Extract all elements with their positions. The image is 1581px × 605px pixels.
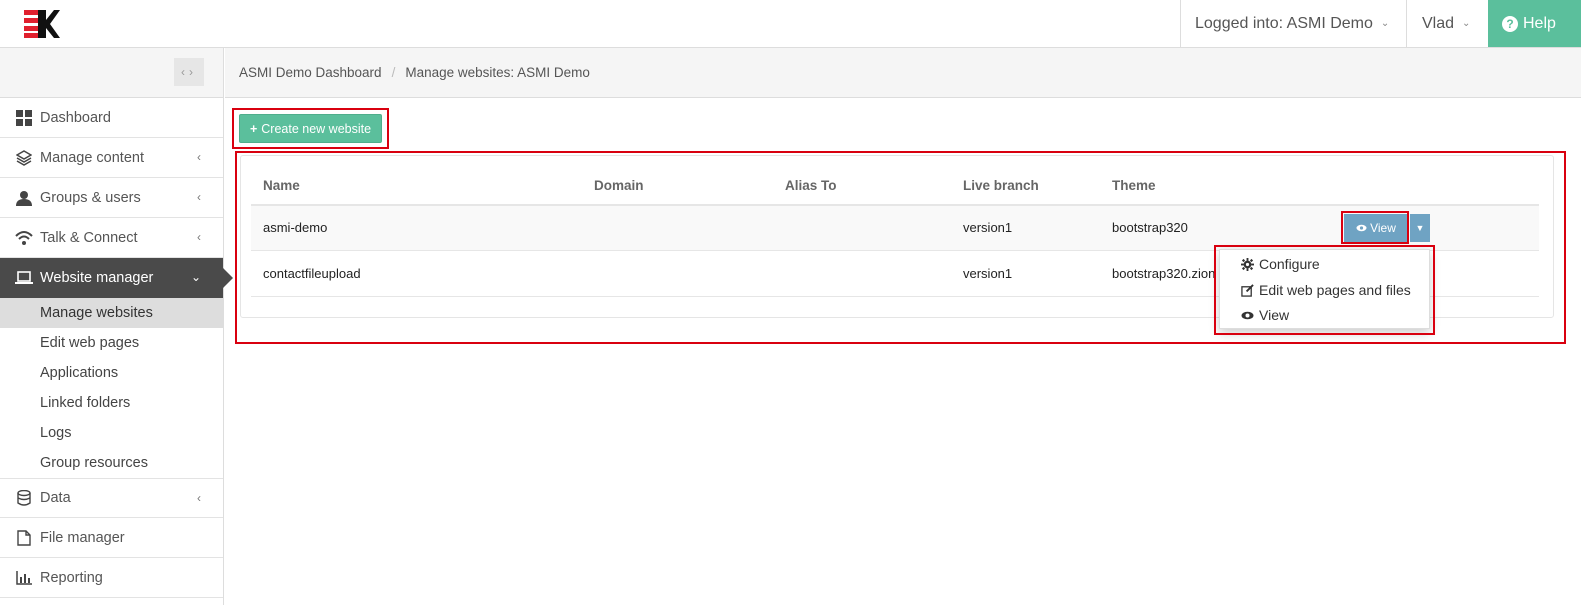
company-logo[interactable] (24, 10, 60, 38)
sidebar-item-label: File manager (40, 529, 125, 546)
logged-in-menu[interactable]: Logged into: ASMI Demo ⌄ (1180, 0, 1406, 47)
sidebar-top: ‹› (0, 48, 223, 98)
chevron-left-icon: ‹ (197, 150, 201, 164)
breadcrumb-current: Manage websites: ASMI Demo (405, 65, 590, 80)
column-header-alias[interactable]: Alias To (785, 178, 837, 193)
bar-chart-icon (15, 570, 33, 586)
column-header-name[interactable]: Name (263, 178, 300, 193)
column-header-live-branch[interactable]: Live branch (963, 178, 1039, 193)
logged-in-label: Logged into: ASMI Demo (1195, 14, 1373, 32)
sidebar-item-data[interactable]: Data ‹ (0, 478, 223, 518)
caret-down-icon: ▼ (1415, 223, 1425, 233)
sidebar-subitem-linked-folders[interactable]: Linked folders (0, 388, 223, 418)
row-name: contactfileupload (263, 266, 361, 281)
row-name: asmi-demo (263, 220, 328, 235)
breadcrumb-home-link[interactable]: ASMI Demo Dashboard (239, 65, 382, 80)
chevron-left-icon: ‹ (197, 190, 201, 204)
sidebar-item-groups-users[interactable]: Groups & users ‹ (0, 178, 223, 218)
sidebar-subitem-applications[interactable]: Applications (0, 358, 223, 388)
sidebar-subitem-logs[interactable]: Logs (0, 418, 223, 448)
database-icon (15, 490, 33, 506)
sidebar-item-file-manager[interactable]: File manager (0, 518, 223, 558)
help-label: Help (1523, 14, 1556, 32)
chevron-down-icon: ⌄ (1380, 18, 1390, 29)
dashboard-grid-icon (15, 109, 33, 126)
question-circle-icon: ? (1502, 15, 1518, 32)
wifi-icon (15, 230, 33, 246)
top-bar: Logged into: ASMI Demo ⌄ Vlad ⌄ ? Help (0, 0, 1581, 48)
highlight-box-dropdown (1214, 245, 1435, 335)
sidebar-item-label: Manage content (40, 149, 144, 166)
file-icon (15, 529, 33, 546)
view-dropdown-toggle[interactable]: ▼ (1410, 214, 1430, 242)
sidebar-item-label: Groups & users (40, 189, 141, 206)
create-new-website-button[interactable]: + Create new website (239, 114, 382, 143)
create-button-label: Create new website (261, 121, 372, 136)
plus-icon: + (249, 121, 258, 136)
sidebar-item-dashboard[interactable]: Dashboard (0, 98, 223, 138)
layers-icon (15, 149, 33, 166)
breadcrumb: ASMI Demo Dashboard / Manage websites: A… (225, 48, 1581, 98)
help-button[interactable]: ? Help (1488, 0, 1581, 47)
sidebar-item-talk-connect[interactable]: Talk & Connect ‹ (0, 218, 223, 258)
chevron-down-icon: ⌄ (190, 270, 201, 284)
sidebar-subitem-edit-web-pages[interactable]: Edit web pages (0, 328, 223, 358)
sidebar-item-manage-content[interactable]: Manage content ‹ (0, 138, 223, 178)
user-menu[interactable]: Vlad ⌄ (1406, 0, 1488, 47)
sidebar-subitem-group-resources[interactable]: Group resources (0, 448, 223, 478)
sidebar: ‹› Dashboard Manage content ‹ Groups & u… (0, 48, 233, 605)
sidebar-item-label: Dashboard (40, 109, 111, 126)
sidebar-subitem-manage-websites[interactable]: Manage websites (0, 298, 223, 328)
sidebar-item-label: Talk & Connect (40, 229, 138, 246)
highlight-box-view (1341, 211, 1409, 244)
sidebar-item-label: Reporting (40, 569, 103, 586)
sidebar-collapse-toggle[interactable]: ‹› (174, 58, 204, 86)
breadcrumb-separator: / (391, 65, 396, 80)
row-theme: bootstrap320.zion (1112, 266, 1216, 281)
chevron-left-icon: ‹ (197, 491, 201, 505)
column-header-domain[interactable]: Domain (594, 178, 644, 193)
row-branch: version1 (963, 220, 1013, 235)
chevron-left-icon: ‹ (197, 230, 201, 244)
row-theme: bootstrap320 (1112, 220, 1188, 235)
row-branch: version1 (963, 266, 1013, 281)
column-header-theme[interactable]: Theme (1112, 178, 1156, 193)
sidebar-item-reporting[interactable]: Reporting (0, 558, 223, 598)
chevron-down-icon: ⌄ (1462, 18, 1471, 29)
user-label: Vlad (1422, 14, 1455, 32)
sidebar-item-website-manager[interactable]: Website manager ⌄ (0, 258, 233, 298)
laptop-icon (15, 270, 33, 286)
sidebar-item-label: Website manager (40, 270, 154, 286)
user-icon (15, 190, 33, 206)
sidebar-item-label: Data (40, 490, 71, 506)
